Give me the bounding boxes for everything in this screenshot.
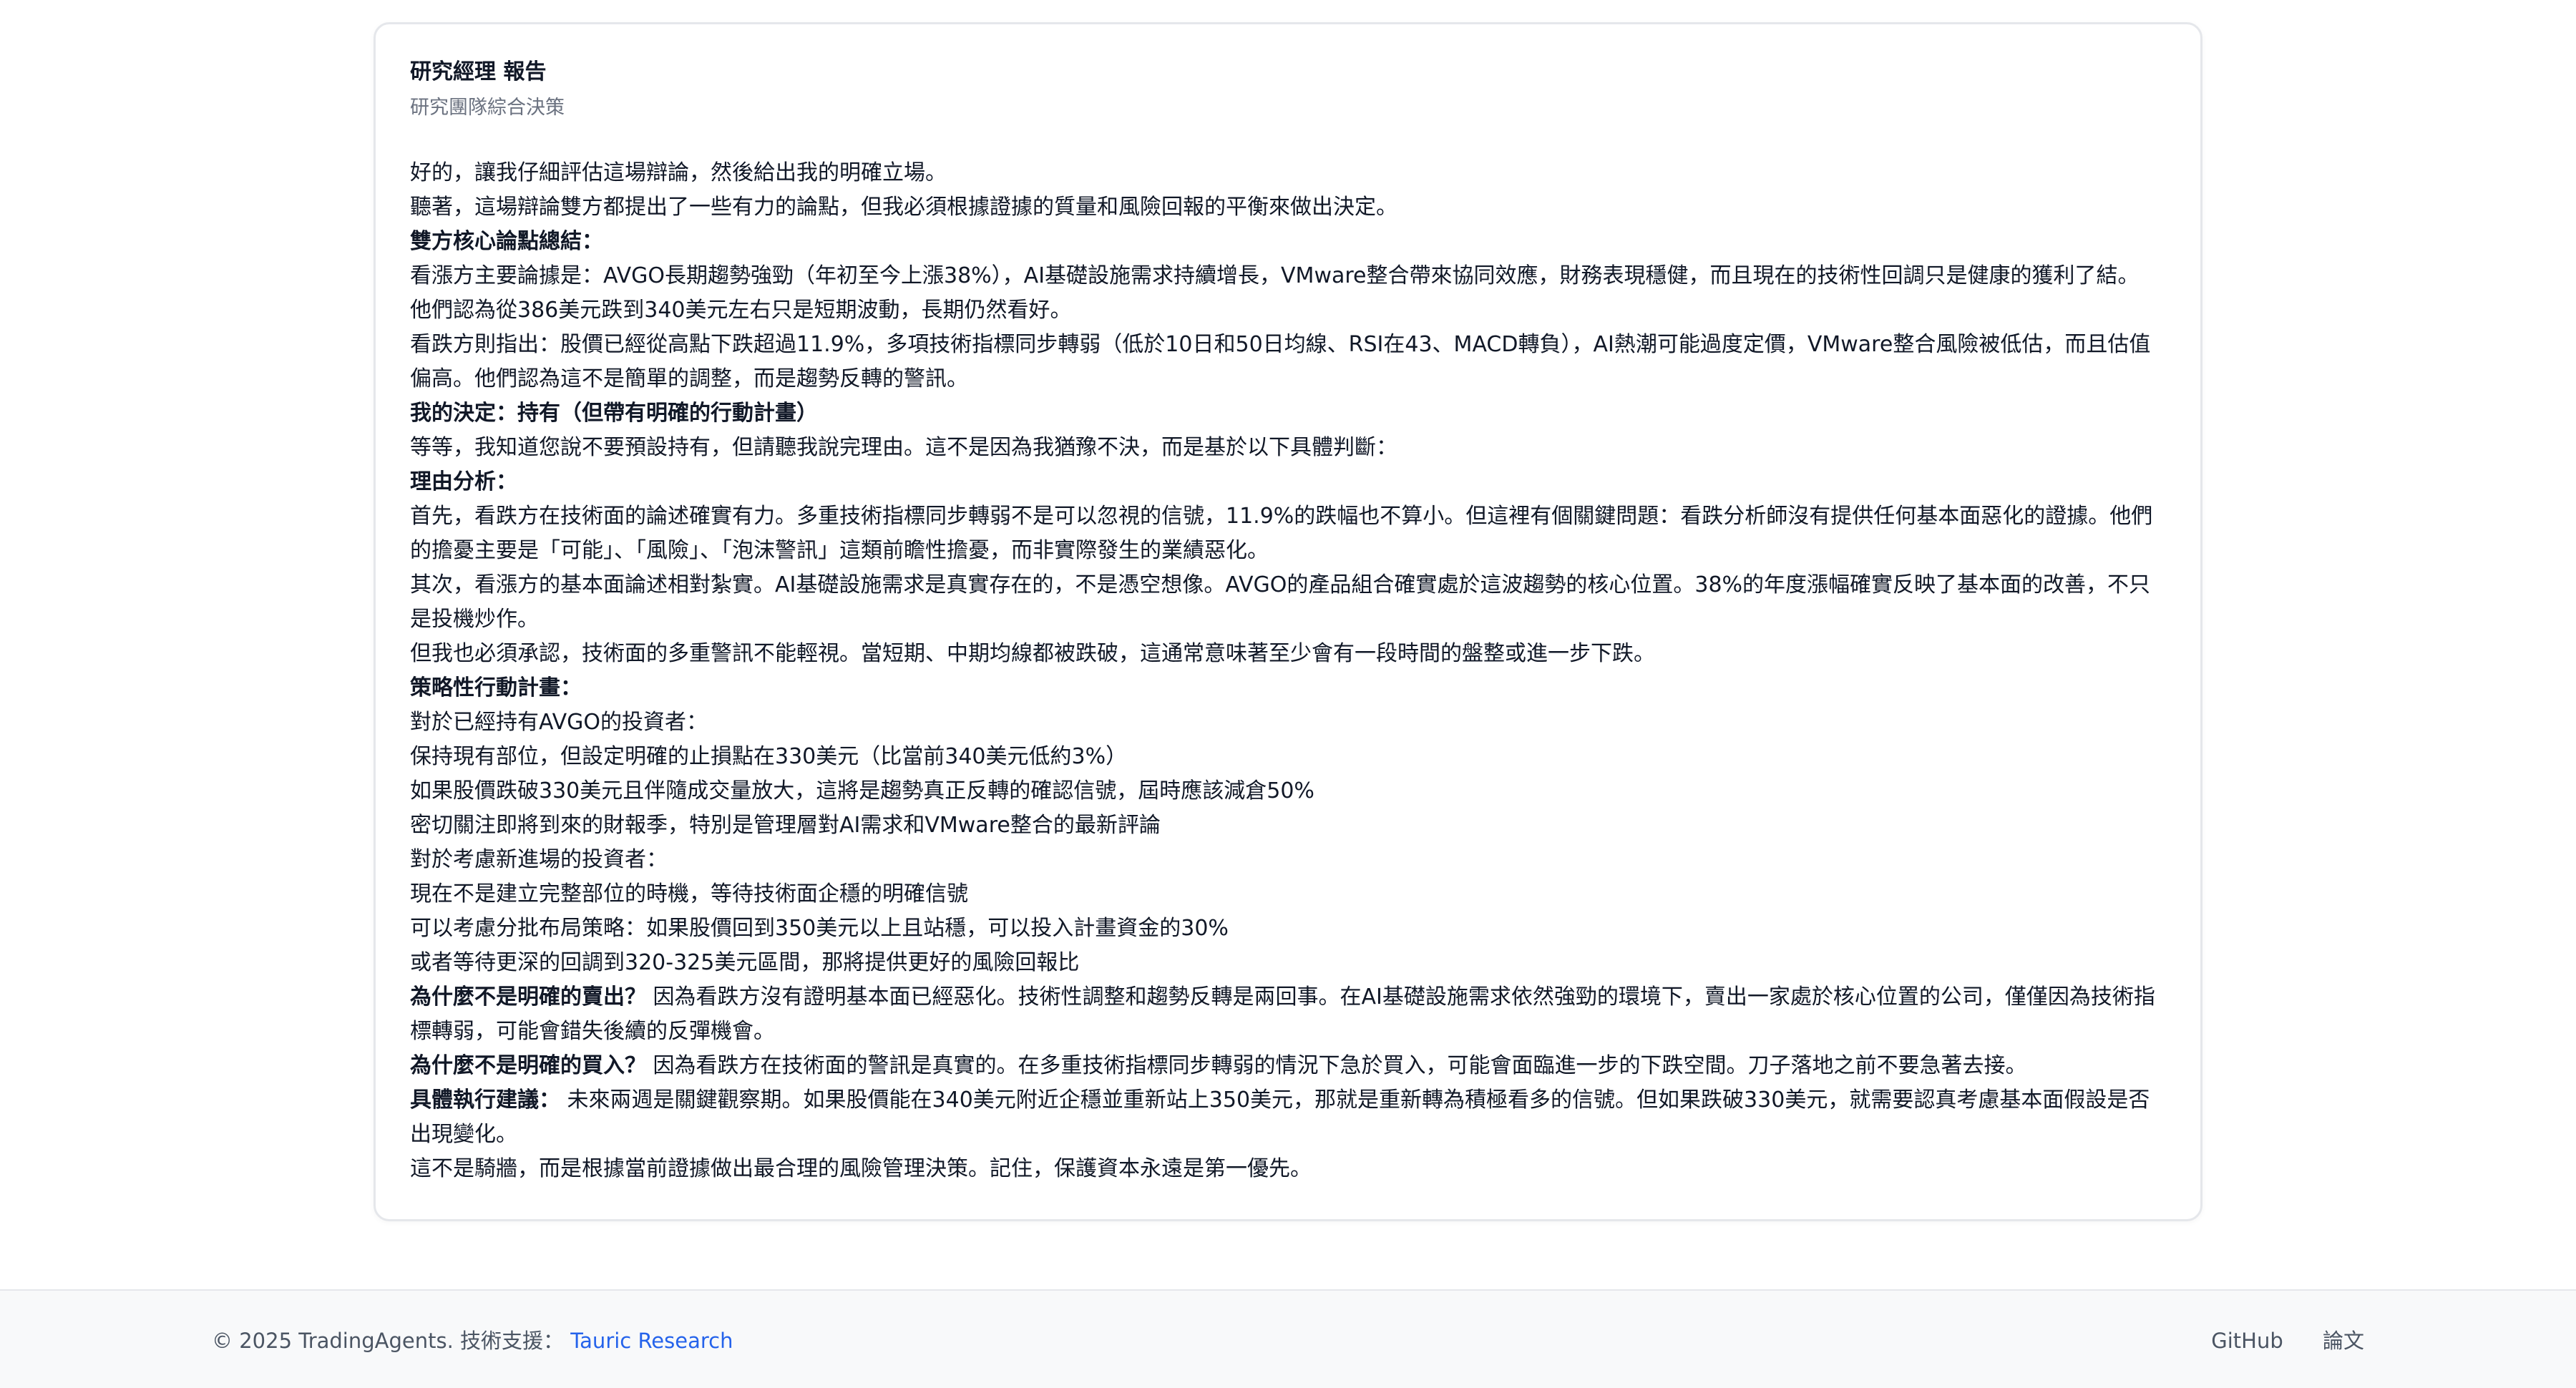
report-paragraph: 這不是騎牆，而是根據當前證據做出最合理的風險管理決策。記住，保護資本永遠是第一優… xyxy=(410,1152,2156,1186)
paragraph-text: 未來兩週是關鍵觀察期。如果股價能在340美元附近企穩並重新站上350美元，那就是… xyxy=(410,1088,2150,1147)
report-paragraph: 其次，看漲方的基本面論述相對紮實。AI基礎設施需求是真實存在的，不是憑空想像。A… xyxy=(410,568,2156,637)
footer-copyright: © 2025 TradingAgents. 技術支援： Tauric Resea… xyxy=(212,1326,733,1355)
report-paragraph: 現在不是建立完整部位的時機，等待技術面企穩的明確信號 xyxy=(410,877,2156,912)
report-paragraph: 具體執行建議： 未來兩週是關鍵觀察期。如果股價能在340美元附近企穩並重新站上3… xyxy=(410,1083,2156,1152)
report-paragraph: 理由分析： xyxy=(410,465,2156,499)
research-manager-report-card: 研究經理 報告 研究團隊綜合決策 好的，讓我仔細評估這場辯論，然後給出我的明確立… xyxy=(374,22,2202,1221)
report-paragraph: 或者等待更深的回調到320-325美元區間，那將提供更好的風險回報比 xyxy=(410,946,2156,980)
page-footer: © 2025 TradingAgents. 技術支援： Tauric Resea… xyxy=(0,1289,2576,1388)
paragraph-text: 現在不是建立完整部位的時機，等待技術面企穩的明確信號 xyxy=(410,881,968,906)
report-paragraph: 雙方核心論點總結： xyxy=(410,225,2156,259)
report-paragraph: 為什麼不是明確的賣出？ 因為看跌方沒有證明基本面已經惡化。技術性調整和趨勢反轉是… xyxy=(410,980,2156,1049)
report-paragraph: 如果股價跌破330美元且伴隨成交量放大，這將是趨勢真正反轉的確認信號，屆時應該減… xyxy=(410,774,2156,808)
paragraph-text: 看漲方主要論據是：AVGO長期趨勢強勁（年初至今上漲38%），AI基礎設施需求持… xyxy=(410,263,2140,323)
paragraph-text: 或者等待更深的回調到320-325美元區間，那將提供更好的風險回報比 xyxy=(410,950,1080,975)
report-paragraph: 為什麼不是明確的買入？ 因為看跌方在技術面的警訊是真實的。在多重技術指標同步轉弱… xyxy=(410,1049,2156,1083)
page: 研究經理 報告 研究團隊綜合決策 好的，讓我仔細評估這場辯論，然後給出我的明確立… xyxy=(0,0,2576,1388)
report-paragraph: 我的決定：持有（但帶有明確的行動計畫） xyxy=(410,396,2156,431)
paragraph-heading: 理由分析： xyxy=(410,469,517,494)
paragraph-text: 但我也必須承認，技術面的多重警訊不能輕視。當短期、中期均線都被跌破，這通常意味著… xyxy=(410,641,1655,666)
paragraph-text: 對於已經持有AVGO的投資者： xyxy=(410,710,708,735)
report-paragraph: 可以考慮分批布局策略：如果股價回到350美元以上且站穩，可以投入計畫資金的30% xyxy=(410,912,2156,946)
paper-link[interactable]: 論文 xyxy=(2323,1329,2364,1353)
paragraph-heading: 為什麼不是明確的買入？ xyxy=(410,1053,646,1078)
report-paragraph: 看跌方則指出：股價已經從高點下跌超過11.9%，多項技術指標同步轉弱（低於10日… xyxy=(410,328,2156,396)
paragraph-heading: 雙方核心論點總結： xyxy=(410,229,603,254)
report-body: 好的，讓我仔細評估這場辯論，然後給出我的明確立場。聽著，這場辯論雙方都提出了一些… xyxy=(410,156,2156,1186)
paragraph-heading: 策略性行動計畫： xyxy=(410,675,582,700)
paragraph-text: 對於考慮新進場的投資者： xyxy=(410,847,668,872)
report-paragraph: 聽著，這場辯論雙方都提出了一些有力的論點，但我必須根據證據的質量和風險回報的平衡… xyxy=(410,190,2156,225)
paragraph-text: 保持現有部位，但設定明確的止損點在330美元（比當前340美元低約3%） xyxy=(410,744,1128,769)
paragraph-text: 這不是騎牆，而是根據當前證據做出最合理的風險管理決策。記住，保護資本永遠是第一優… xyxy=(410,1156,1312,1181)
tauric-research-link[interactable]: Tauric Research xyxy=(570,1329,733,1353)
paragraph-text: 其次，看漲方的基本面論述相對紮實。AI基礎設施需求是真實存在的，不是憑空想像。A… xyxy=(410,572,2151,632)
report-paragraph: 好的，讓我仔細評估這場辯論，然後給出我的明確立場。 xyxy=(410,156,2156,190)
report-paragraph: 保持現有部位，但設定明確的止損點在330美元（比當前340美元低約3%） xyxy=(410,740,2156,774)
copyright-text: © 2025 TradingAgents. 技術支援： xyxy=(212,1329,565,1353)
paragraph-text: 聽著，這場辯論雙方都提出了一些有力的論點，但我必須根據證據的質量和風險回報的平衡… xyxy=(410,195,1397,220)
report-paragraph: 對於已經持有AVGO的投資者： xyxy=(410,705,2156,740)
report-paragraph: 對於考慮新進場的投資者： xyxy=(410,843,2156,877)
report-title: 研究經理 報告 xyxy=(410,59,547,84)
paragraph-text: 等等，我知道您說不要預設持有，但請聽我說完理由。這不是因為我猶豫不決，而是基於以… xyxy=(410,435,1397,460)
report-paragraph: 但我也必須承認，技術面的多重警訊不能輕視。當短期、中期均線都被跌破，這通常意味著… xyxy=(410,637,2156,671)
report-paragraph: 首先，看跌方在技術面的論述確實有力。多重技術指標同步轉弱不是可以忽視的信號，11… xyxy=(410,499,2156,568)
report-paragraph: 密切關注即將到來的財報季，特別是管理層對AI需求和VMware整合的最新評論 xyxy=(410,808,2156,843)
paragraph-text: 如果股價跌破330美元且伴隨成交量放大，這將是趨勢真正反轉的確認信號，屆時應該減… xyxy=(410,778,1314,803)
paragraph-text: 因為看跌方在技術面的警訊是真實的。在多重技術指標同步轉弱的情況下急於買入，可能會… xyxy=(646,1053,2027,1078)
footer-links: GitHub 論文 xyxy=(2178,1326,2364,1355)
paragraph-text: 因為看跌方沒有證明基本面已經惡化。技術性調整和趨勢反轉是兩回事。在AI基礎設施需… xyxy=(410,984,2155,1044)
paragraph-text: 首先，看跌方在技術面的論述確實有力。多重技術指標同步轉弱不是可以忽視的信號，11… xyxy=(410,504,2153,563)
paragraph-heading: 為什麼不是明確的賣出？ xyxy=(410,984,646,1010)
paragraph-heading: 具體執行建議： xyxy=(410,1088,560,1113)
github-link[interactable]: GitHub xyxy=(2211,1329,2283,1353)
report-subtitle: 研究團隊綜合決策 xyxy=(410,97,565,119)
paragraph-heading: 我的決定：持有（但帶有明確的行動計畫） xyxy=(410,401,818,426)
paragraph-text: 可以考慮分批布局策略：如果股價回到350美元以上且站穩，可以投入計畫資金的30% xyxy=(410,916,1229,941)
paragraph-text: 密切關注即將到來的財報季，特別是管理層對AI需求和VMware整合的最新評論 xyxy=(410,813,1161,838)
report-paragraph: 策略性行動計畫： xyxy=(410,671,2156,705)
paragraph-text: 看跌方則指出：股價已經從高點下跌超過11.9%，多項技術指標同步轉弱（低於10日… xyxy=(410,332,2151,391)
report-paragraph: 等等，我知道您說不要預設持有，但請聽我說完理由。這不是因為我猶豫不決，而是基於以… xyxy=(410,431,2156,465)
report-paragraph: 看漲方主要論據是：AVGO長期趨勢強勁（年初至今上漲38%），AI基礎設施需求持… xyxy=(410,259,2156,328)
paragraph-text: 好的，讓我仔細評估這場辯論，然後給出我的明確立場。 xyxy=(410,160,947,185)
